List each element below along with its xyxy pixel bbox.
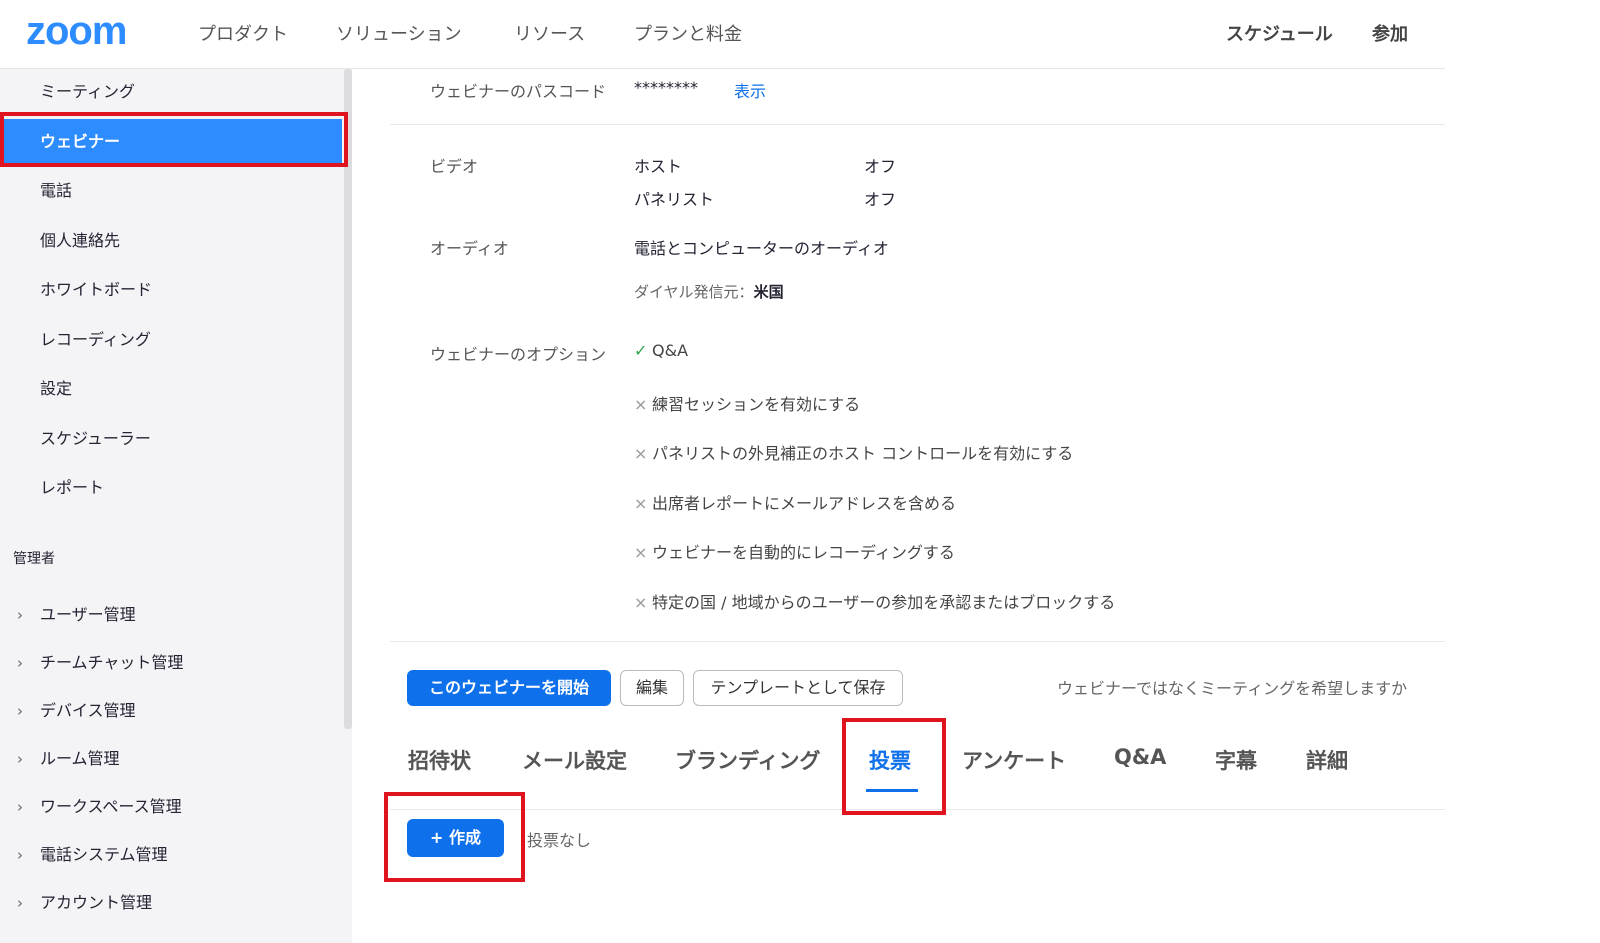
divider [390,124,1445,125]
nav-plans-pricing[interactable]: プランと料金 [634,20,742,46]
video-panelist-value: オフ [864,190,897,209]
video-panelist-label: パネリスト [634,190,715,209]
tabs-divider [390,809,1445,810]
sidebar-item-webinars[interactable]: ウェビナー [0,119,342,165]
sidebar-item-settings[interactable]: 設定 [0,366,342,412]
chevron-right-icon: › [17,606,23,624]
chevron-right-icon: › [17,654,23,672]
option-attendee-email: × 出席者レポートにメールアドレスを含める [634,494,957,513]
chevron-right-icon: › [17,702,23,720]
edit-button[interactable]: 編集 [620,670,684,706]
sidebar-item-device-management[interactable]: › デバイス管理 [0,691,342,731]
top-navigation-bar: zoom プロダクト ソリューション リソース プランと料金 スケジュール 参加 [0,0,1445,69]
sidebar-item-whiteboards[interactable]: ホワイトボード [0,267,342,313]
option-qa: ✓ Q&A [634,341,689,360]
nav-products[interactable]: プロダクト [198,20,288,46]
passcode-label: ウェビナーのパスコード [430,82,607,101]
sidebar-item-user-management[interactable]: › ユーザー管理 [0,595,342,635]
tab-captions[interactable]: 字幕 [1215,745,1257,775]
no-polls-text: 投票なし [527,831,592,850]
audio-label: オーディオ [430,239,509,258]
divider [390,641,1445,642]
prefer-meeting-link[interactable]: ウェビナーではなくミーティングを希望しますか [1057,675,1407,699]
start-webinar-button[interactable]: このウェビナーを開始 [407,670,611,706]
sidebar-item-scheduler[interactable]: スケジューラー [0,416,342,462]
cross-icon: × [634,593,648,612]
sidebar-item-meetings[interactable]: ミーティング [0,69,342,115]
sidebar-item-workspace-management[interactable]: › ワークスペース管理 [0,787,342,827]
create-poll-button[interactable]: + 作成 [407,819,504,857]
tab-details[interactable]: 詳細 [1306,745,1348,775]
option-practice-session: × 練習セッションを有効にする [634,395,861,414]
passcode-value: ******** [634,78,698,97]
dial-from: ダイヤル発信元：米国 [634,283,784,301]
video-host-value: オフ [864,157,897,176]
option-panelist-appearance: × パネリストの外見補正のホスト コントロールを有効にする [634,444,1074,463]
cross-icon: × [634,395,648,414]
nav-resources[interactable]: リソース [514,20,585,46]
chevron-right-icon: › [17,798,23,816]
sidebar-item-team-chat-management[interactable]: › チームチャット管理 [0,643,342,683]
nav-schedule[interactable]: スケジュール [1226,20,1333,46]
webinar-options-label: ウェビナーのオプション [430,345,607,364]
plus-icon: + [430,828,444,847]
tab-invitations[interactable]: 招待状 [408,745,471,775]
video-label: ビデオ [430,157,479,176]
video-host-label: ホスト [634,157,683,176]
tab-surveys[interactable]: アンケート [962,745,1066,775]
sidebar-admin-heading: 管理者 [13,551,55,567]
passcode-show-link[interactable]: 表示 [734,78,766,102]
chevron-right-icon: › [17,894,23,912]
option-country-restriction: × 特定の国 / 地域からのユーザーの参加を承認またはブロックする [634,593,1116,612]
sidebar-item-phone[interactable]: 電話 [0,168,342,214]
nav-join[interactable]: 参加 [1372,20,1408,46]
sidebar-item-reports[interactable]: レポート [0,465,342,511]
sidebar-item-contacts[interactable]: 個人連絡先 [0,218,342,264]
chevron-right-icon: › [17,846,23,864]
zoom-logo[interactable]: zoom [26,9,127,54]
audio-value: 電話とコンピューターのオーディオ [634,239,889,258]
sidebar-item-recordings[interactable]: レコーディング [0,317,342,363]
sidebar-item-phone-system-management[interactable]: › 電話システム管理 [0,835,342,875]
chevron-right-icon: › [17,750,23,768]
tab-qa[interactable]: Q&A [1114,745,1166,769]
tab-email-settings[interactable]: メール設定 [522,745,627,775]
tab-polls[interactable]: 投票 [869,745,911,775]
tab-branding[interactable]: ブランディング [675,745,821,775]
active-tab-indicator [866,789,918,792]
webinar-details: ウェビナーのパスコード ******** 表示 ビデオ ホスト オフ パネリスト… [390,69,1445,943]
check-icon: ✓ [634,341,648,360]
sidebar-item-room-management[interactable]: › ルーム管理 [0,739,342,779]
cross-icon: × [634,494,648,513]
cross-icon: × [634,444,648,463]
cross-icon: × [634,543,648,562]
save-as-template-button[interactable]: テンプレートとして保存 [693,670,903,706]
nav-solutions[interactable]: ソリューション [336,20,462,46]
sidebar-item-account-management[interactable]: › アカウント管理 [0,883,342,923]
sidebar-scrollbar[interactable] [344,69,352,729]
option-auto-recording: × ウェビナーを自動的にレコーディングする [634,543,955,562]
